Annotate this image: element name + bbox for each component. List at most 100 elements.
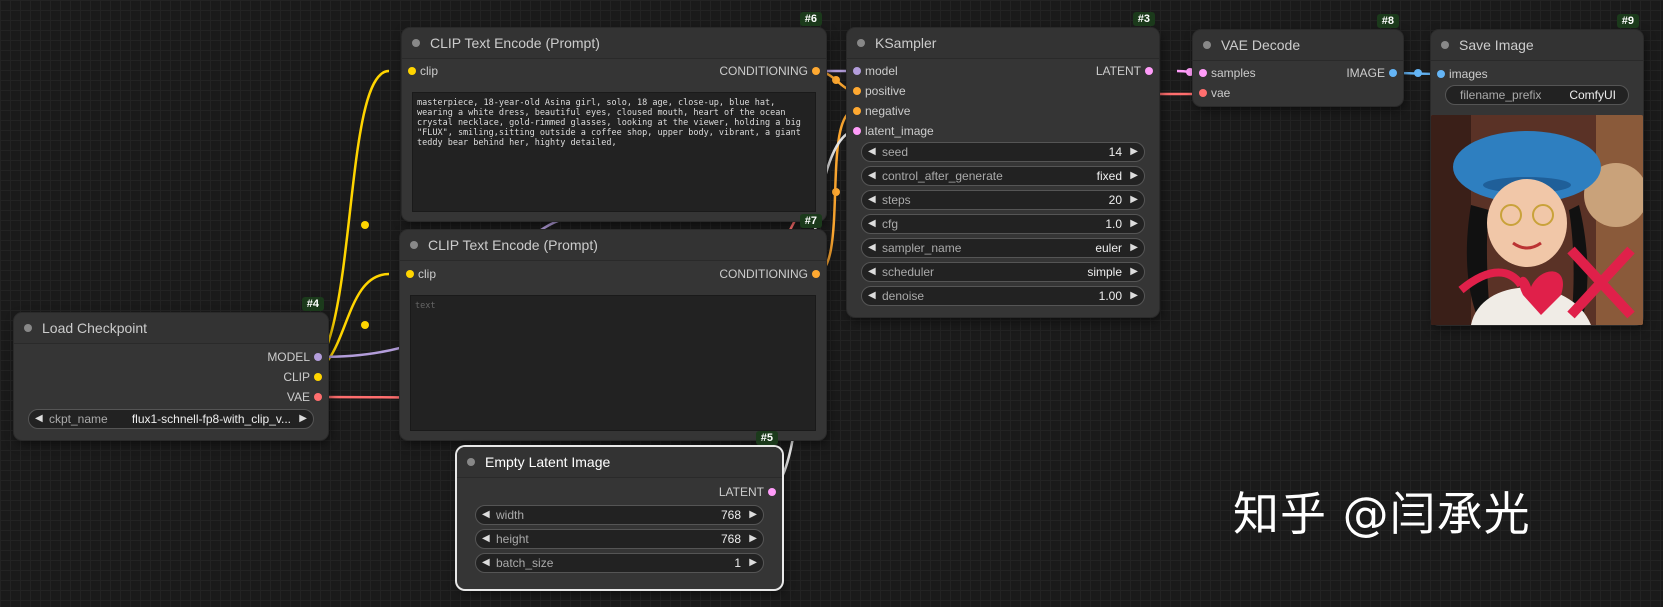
clip-socket-icon[interactable] — [314, 373, 322, 381]
clip-text-encode-positive-node[interactable]: #6 CLIP Text Encode (Prompt) clip CONDIT… — [402, 12, 826, 221]
input-slot-negative[interactable]: negative — [847, 102, 910, 120]
input-slot-samples[interactable]: samples — [1193, 64, 1256, 82]
decrement-arrow-icon[interactable]: ◀ — [868, 263, 876, 281]
decrement-arrow-icon[interactable]: ◀ — [868, 191, 876, 209]
widget-steps[interactable]: ◀ steps 20 ▶ — [861, 190, 1145, 210]
prompt-textarea[interactable]: text — [410, 295, 816, 431]
widget-denoise[interactable]: ◀ denoise 1.00 ▶ — [861, 286, 1145, 306]
output-image-preview[interactable] — [1431, 115, 1643, 325]
output-slot-clip[interactable]: CLIP — [283, 368, 328, 386]
input-slot-positive[interactable]: positive — [847, 82, 906, 100]
slot-label: vae — [1211, 86, 1231, 100]
latent-socket-icon[interactable] — [853, 127, 861, 135]
input-slot-clip[interactable]: clip — [402, 62, 438, 80]
conditioning-socket-icon[interactable] — [812, 67, 820, 75]
output-slot-latent[interactable]: LATENT — [1096, 62, 1159, 80]
decrement-arrow-icon[interactable]: ◀ — [868, 215, 876, 233]
node-title-label: Load Checkpoint — [42, 320, 148, 336]
slot-label: CONDITIONING — [719, 64, 808, 78]
image-socket-icon[interactable] — [1389, 69, 1397, 77]
conditioning-socket-icon[interactable] — [812, 270, 820, 278]
widget-ckpt-name[interactable]: ◀ ckpt_name flux1-schnell-fp8-with_clip_… — [28, 409, 314, 429]
clip-socket-icon[interactable] — [406, 270, 414, 278]
load-checkpoint-node[interactable]: #4 Load Checkpoint MODEL CLIP VAE ◀ ckpt… — [14, 297, 328, 440]
widget-value: 768 — [720, 508, 741, 522]
widget-cfg[interactable]: ◀ cfg 1.0 ▶ — [861, 214, 1145, 234]
decrement-arrow-icon[interactable]: ◀ — [868, 167, 876, 185]
node-title[interactable]: Load Checkpoint — [14, 313, 328, 344]
slot-label: latent_image — [865, 124, 934, 138]
preview-art — [1431, 115, 1643, 325]
output-slot-model[interactable]: MODEL — [267, 348, 328, 366]
conditioning-socket-icon[interactable] — [853, 87, 861, 95]
ksampler-node[interactable]: #3 KSampler model LATENT positive negati… — [847, 12, 1159, 317]
latent-socket-icon[interactable] — [768, 488, 776, 496]
increment-arrow-icon[interactable]: ▶ — [1130, 263, 1138, 281]
vae-decode-node[interactable]: #8 VAE Decode samples IMAGE vae — [1193, 14, 1403, 106]
widget-seed[interactable]: ◀ seed 14 ▶ — [861, 142, 1145, 162]
conditioning-socket-icon[interactable] — [853, 107, 861, 115]
collapse-dot-icon[interactable] — [467, 458, 475, 466]
decrement-arrow-icon[interactable]: ◀ — [868, 287, 876, 305]
node-title[interactable]: VAE Decode — [1193, 30, 1403, 61]
collapse-dot-icon[interactable] — [410, 241, 418, 249]
widget-value: flux1-schnell-fp8-with_clip_v... — [131, 412, 291, 426]
increment-arrow-icon[interactable]: ▶ — [1130, 287, 1138, 305]
empty-latent-image-node[interactable]: #5 Empty Latent Image LATENT ◀ width 768… — [457, 431, 782, 589]
output-slot-vae[interactable]: VAE — [287, 388, 328, 406]
node-title[interactable]: CLIP Text Encode (Prompt) — [400, 230, 826, 261]
output-slot-image[interactable]: IMAGE — [1346, 64, 1403, 82]
latent-socket-icon[interactable] — [1199, 69, 1207, 77]
prompt-textarea[interactable]: masterpiece, 18-year-old Asina girl, sol… — [412, 92, 816, 212]
increment-arrow-icon[interactable]: ▶ — [1130, 215, 1138, 233]
clip-text-encode-negative-node[interactable]: #7 CLIP Text Encode (Prompt) clip CONDIT… — [400, 214, 826, 440]
image-socket-icon[interactable] — [1437, 70, 1445, 78]
node-title[interactable]: KSampler — [847, 28, 1159, 59]
input-slot-clip[interactable]: clip — [400, 265, 436, 283]
widget-filename-prefix[interactable]: filename_prefix ComfyUI — [1445, 85, 1629, 105]
increment-arrow-icon[interactable]: ▶ — [1130, 143, 1138, 161]
node-title[interactable]: Save Image — [1431, 30, 1643, 61]
decrement-arrow-icon[interactable]: ◀ — [868, 239, 876, 257]
increment-arrow-icon[interactable]: ▶ — [1130, 239, 1138, 257]
increment-arrow-icon[interactable]: ▶ — [749, 506, 757, 524]
output-slot-conditioning[interactable]: CONDITIONING — [719, 265, 826, 283]
vae-socket-icon[interactable] — [1199, 89, 1207, 97]
output-slot-latent[interactable]: LATENT — [719, 483, 782, 501]
input-slot-latent-image[interactable]: latent_image — [847, 122, 934, 140]
clip-socket-icon[interactable] — [408, 67, 416, 75]
decrement-arrow-icon[interactable]: ◀ — [868, 143, 876, 161]
model-socket-icon[interactable] — [853, 67, 861, 75]
input-slot-images[interactable]: images — [1431, 65, 1488, 83]
increment-arrow-icon[interactable]: ▶ — [1130, 167, 1138, 185]
save-image-node[interactable]: #9 Save Image images filename_prefix Com… — [1431, 14, 1643, 325]
decrement-arrow-icon[interactable]: ◀ — [482, 530, 490, 548]
input-slot-model[interactable]: model — [847, 62, 898, 80]
collapse-dot-icon[interactable] — [857, 39, 865, 47]
widget-height[interactable]: ◀ height 768 ▶ — [475, 529, 764, 549]
node-title[interactable]: Empty Latent Image — [457, 447, 782, 478]
collapse-dot-icon[interactable] — [1441, 41, 1449, 49]
increment-arrow-icon[interactable]: ▶ — [749, 530, 757, 548]
widget-scheduler[interactable]: ◀ scheduler simple ▶ — [861, 262, 1145, 282]
increment-arrow-icon[interactable]: ▶ — [299, 410, 307, 428]
increment-arrow-icon[interactable]: ▶ — [1130, 191, 1138, 209]
collapse-dot-icon[interactable] — [24, 324, 32, 332]
decrement-arrow-icon[interactable]: ◀ — [35, 410, 43, 428]
decrement-arrow-icon[interactable]: ◀ — [482, 554, 490, 572]
model-socket-icon[interactable] — [314, 353, 322, 361]
widget-control-after-generate[interactable]: ◀ control_after_generate fixed ▶ — [861, 166, 1145, 186]
vae-socket-icon[interactable] — [314, 393, 322, 401]
widget-label: steps — [882, 193, 911, 207]
widget-sampler-name[interactable]: ◀ sampler_name euler ▶ — [861, 238, 1145, 258]
collapse-dot-icon[interactable] — [1203, 41, 1211, 49]
latent-socket-icon[interactable] — [1145, 67, 1153, 75]
node-title[interactable]: CLIP Text Encode (Prompt) — [402, 28, 826, 59]
increment-arrow-icon[interactable]: ▶ — [749, 554, 757, 572]
widget-batch-size[interactable]: ◀ batch_size 1 ▶ — [475, 553, 764, 573]
input-slot-vae[interactable]: vae — [1193, 84, 1230, 102]
collapse-dot-icon[interactable] — [412, 39, 420, 47]
widget-width[interactable]: ◀ width 768 ▶ — [475, 505, 764, 525]
output-slot-conditioning[interactable]: CONDITIONING — [719, 62, 826, 80]
decrement-arrow-icon[interactable]: ◀ — [482, 506, 490, 524]
